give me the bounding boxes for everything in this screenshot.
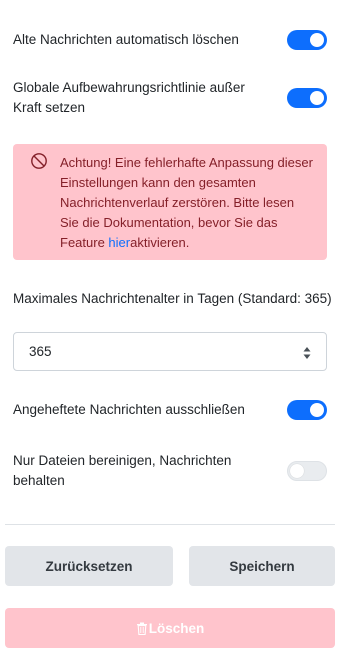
- setting-auto-delete: Alte Nachrichten automatisch löschen: [13, 30, 327, 50]
- exclude-pinned-label: Angeheftete Nachrichten ausschließen: [13, 402, 245, 417]
- toggle-knob: [310, 91, 324, 105]
- setting-files-only: Nur Dateien bereinigen, Nachrichten beha…: [13, 451, 327, 491]
- max-age-label: Maximales Nachrichtenalter in Tagen (Sta…: [13, 291, 332, 306]
- toggle-knob: [310, 403, 324, 417]
- ban-icon: [31, 153, 47, 169]
- reset-button[interactable]: Zurücksetzen: [5, 546, 173, 586]
- spinner-arrows-icon[interactable]: [302, 345, 312, 361]
- divider: [5, 524, 335, 525]
- toggle-knob: [310, 33, 324, 47]
- trash-icon: [136, 622, 147, 635]
- setting-exclude-pinned: Angeheftete Nachrichten ausschließen: [13, 400, 327, 420]
- auto-delete-label: Alte Nachrichten automatisch löschen: [13, 32, 239, 47]
- save-button[interactable]: Speichern: [189, 546, 335, 586]
- override-global-label: Globale Aufbewahrungsrichtlinie außer Kr…: [13, 80, 245, 115]
- files-only-label: Nur Dateien bereinigen, Nachrichten beha…: [13, 453, 232, 488]
- max-age-value: 365: [29, 344, 52, 359]
- max-age-input[interactable]: 365: [13, 332, 327, 371]
- override-global-toggle[interactable]: [287, 88, 327, 108]
- exclude-pinned-toggle[interactable]: [287, 400, 327, 420]
- setting-override-global: Globale Aufbewahrungsrichtlinie außer Kr…: [13, 78, 327, 118]
- alert-text-end: aktivieren.: [130, 235, 190, 250]
- delete-label: Löschen: [148, 620, 205, 636]
- delete-button[interactable]: Löschen: [5, 608, 335, 648]
- auto-delete-toggle[interactable]: [287, 30, 327, 50]
- files-only-toggle[interactable]: [287, 461, 327, 481]
- toggle-knob: [290, 464, 304, 478]
- warning-alert: Achtung! Eine fehlerhafte Anpassung dies…: [13, 144, 327, 260]
- documentation-link[interactable]: hier: [108, 235, 130, 250]
